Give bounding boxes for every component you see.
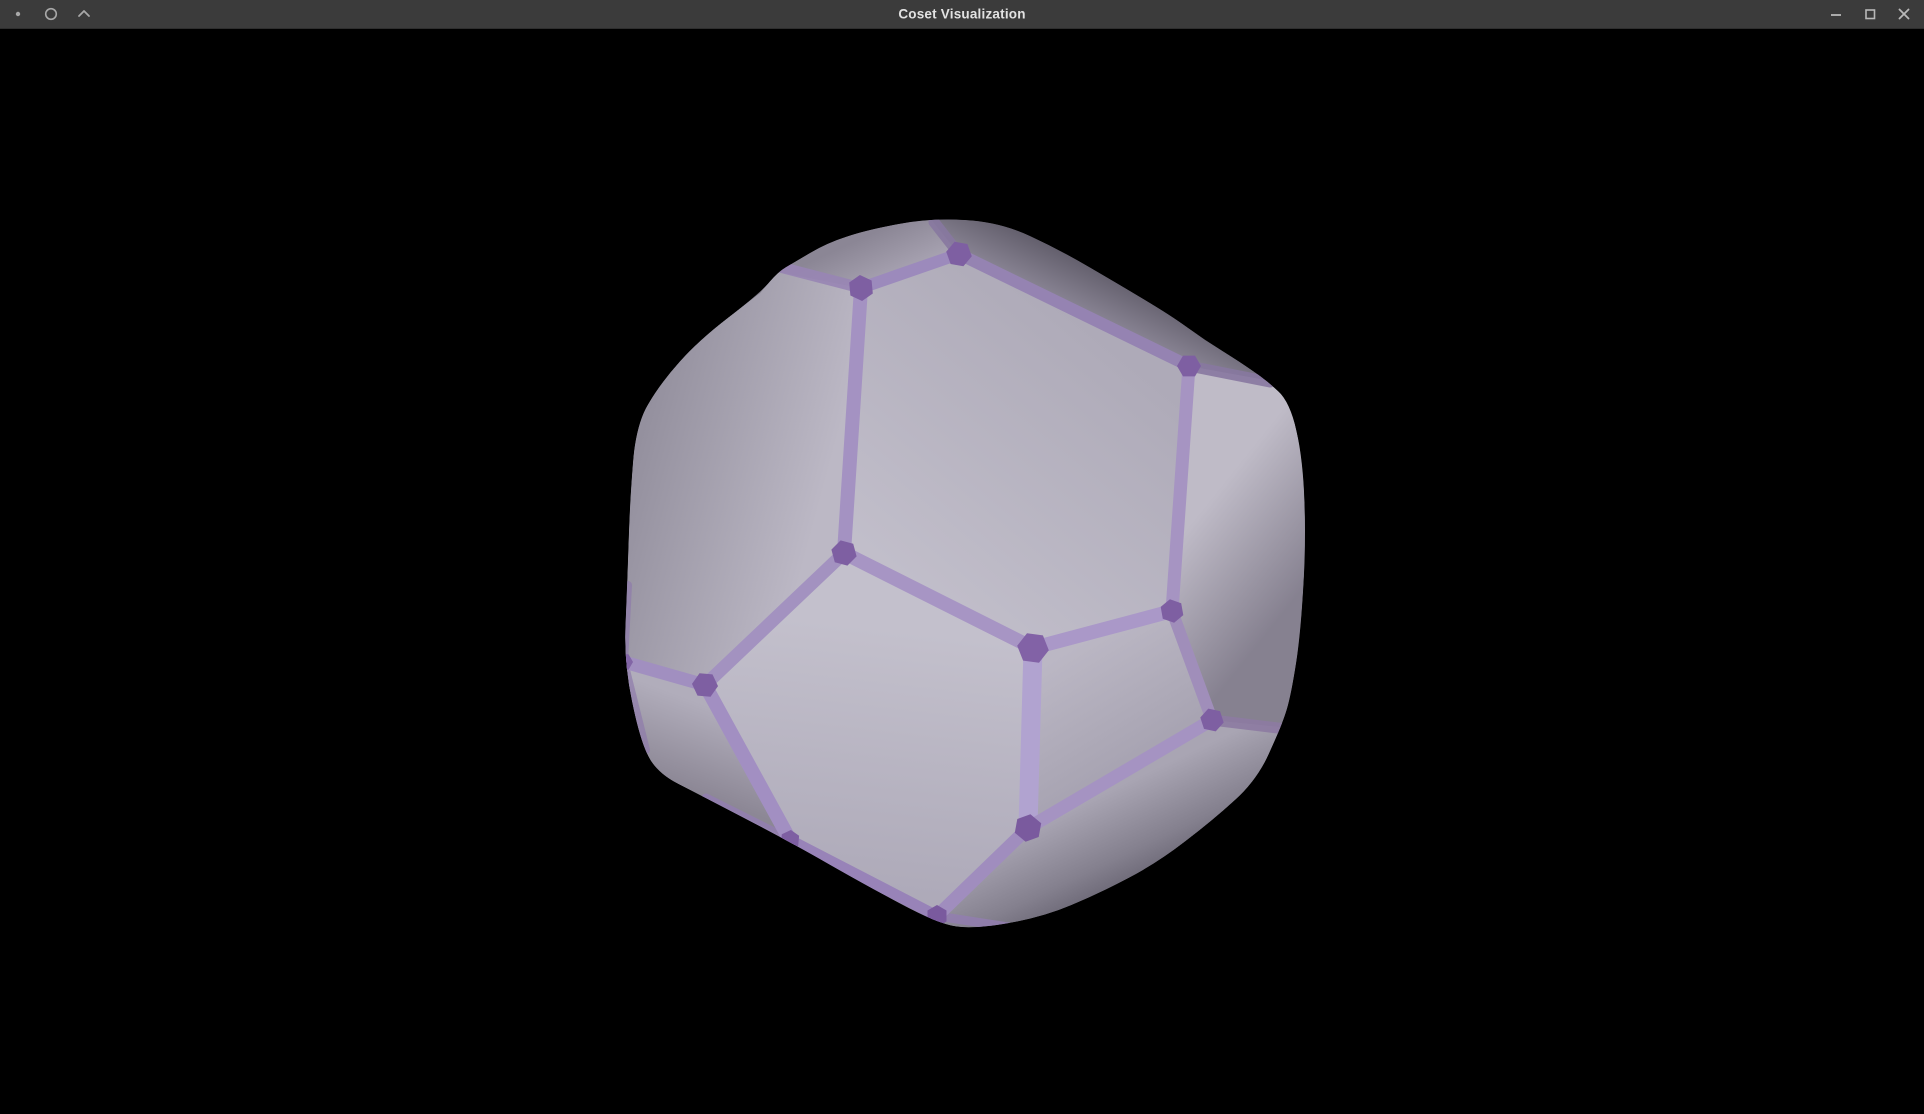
circle-icon[interactable] — [41, 4, 61, 24]
chevron-up-icon[interactable] — [74, 4, 94, 24]
minimize-icon[interactable] — [1826, 4, 1846, 24]
polyhedron — [615, 218, 1306, 929]
titlebar-right — [1826, 0, 1924, 28]
viewport-3d[interactable] — [0, 0, 1924, 1114]
dot-icon[interactable] — [8, 4, 28, 24]
maximize-icon[interactable] — [1860, 4, 1880, 24]
titlebar: Coset Visualization — [0, 0, 1924, 29]
edge-G-J — [1028, 648, 1033, 828]
window-title: Coset Visualization — [898, 7, 1025, 22]
titlebar-left — [0, 0, 94, 28]
edge-stub-F — [624, 585, 628, 662]
close-icon[interactable] — [1894, 4, 1914, 24]
scene-svg[interactable] — [0, 0, 1924, 1114]
